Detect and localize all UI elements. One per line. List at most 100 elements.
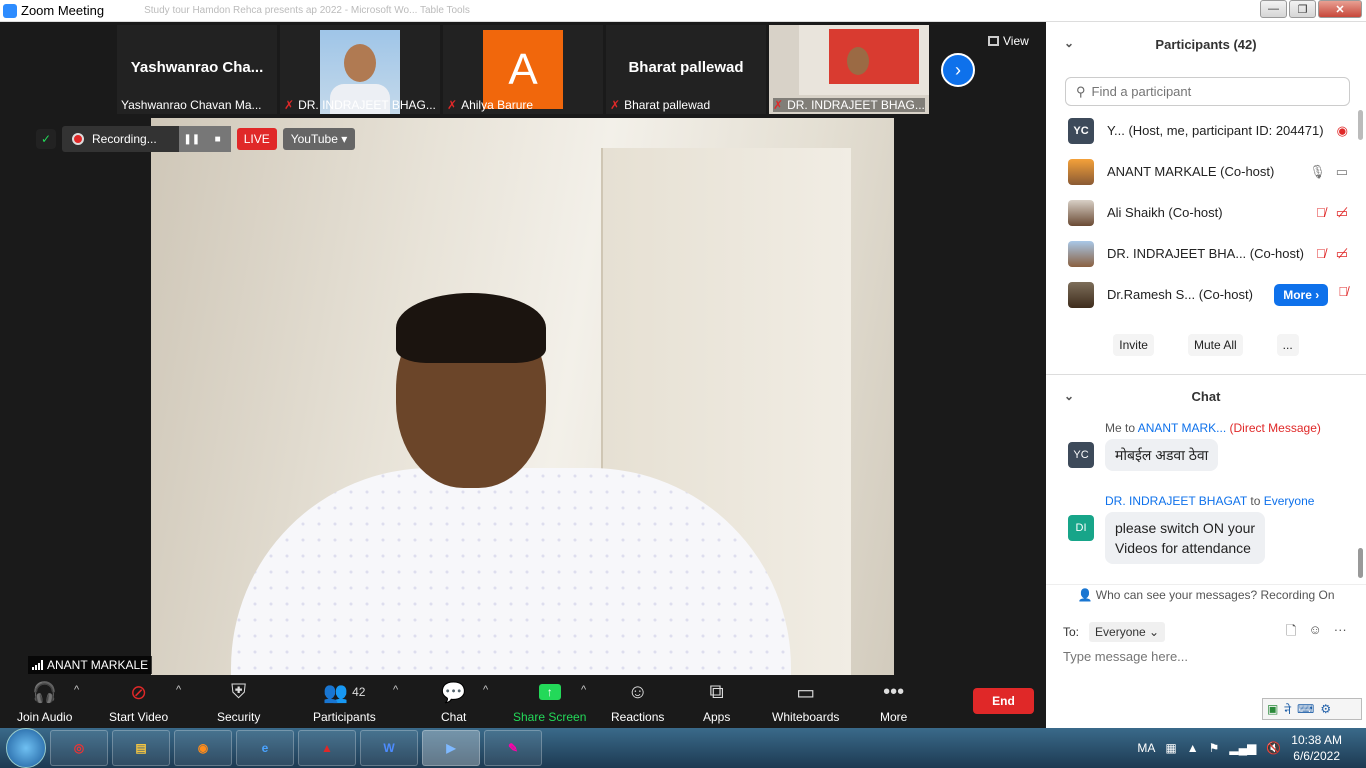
- chat-recipient-dropdown[interactable]: Everyone ⌄: [1089, 622, 1166, 642]
- reactions-button[interactable]: ☺ Reactions: [611, 680, 664, 725]
- invite-button[interactable]: Invite: [1113, 334, 1154, 356]
- share-options-caret[interactable]: ^: [581, 684, 586, 696]
- video-thumbnail[interactable]: Bharat pallewad ✗ Bharat pallewad: [606, 25, 766, 114]
- thumbnail-name-display: Bharat pallewad: [628, 59, 744, 76]
- participant-more-button[interactable]: More ›: [1274, 283, 1329, 306]
- stream-dropdown[interactable]: YouTube ▾: [282, 128, 356, 150]
- more-button[interactable]: ••• More: [880, 680, 907, 725]
- video-off-icon: ▭̸: [1335, 245, 1348, 261]
- participant-list: YC Y... (Host, me, participant ID: 20447…: [1046, 110, 1358, 315]
- close-window-button[interactable]: ✕: [1318, 0, 1362, 18]
- mic-muted-icon: ✗: [284, 98, 295, 112]
- recording-bar: ✓ Recording... ❚❚ ■ LIVE YouTube ▾: [36, 126, 356, 152]
- minimize-button[interactable]: —: [1260, 0, 1287, 18]
- video-thumbnail[interactable]: A ✗ Ahilya Barure: [443, 25, 603, 114]
- video-thumbnail[interactable]: ✗ DR. INDRAJEET BHAG...: [280, 25, 440, 114]
- join-audio-button[interactable]: 🎧 Join Audio: [17, 680, 72, 725]
- headphones-icon: 🎧: [32, 681, 58, 704]
- ime-icon[interactable]: ▦: [1165, 741, 1176, 755]
- participant-actions: Invite Mute All ...: [1046, 334, 1366, 356]
- more-dots-icon[interactable]: ···: [1334, 622, 1347, 644]
- video-options-caret[interactable]: ^: [176, 684, 181, 696]
- participants-button[interactable]: 👥 42 Participants: [313, 680, 376, 725]
- collapse-chevron-icon[interactable]: ⌄: [1064, 36, 1074, 50]
- participants-header: ⌄ Participants (42): [1064, 36, 1257, 52]
- side-panel: ⌄ Participants (42) ⚲ YC Y... (Host, me,…: [1046, 22, 1366, 728]
- collapse-chevron-icon[interactable]: ⌄: [1064, 389, 1074, 403]
- apps-button[interactable]: ⧉ Apps: [703, 680, 730, 725]
- chat-scrollbar[interactable]: [1358, 548, 1363, 578]
- internet-explorer-taskbar-icon[interactable]: e: [236, 730, 294, 766]
- firefox-taskbar-icon[interactable]: ◉: [174, 730, 232, 766]
- recording-indicator: Recording... ❚❚ ■: [62, 126, 231, 152]
- record-dot-icon: [72, 133, 84, 145]
- flag-icon[interactable]: ⚑: [1209, 741, 1220, 755]
- next-page-chevron-icon[interactable]: ›: [941, 53, 975, 87]
- thumbnail-label: Yashwanrao Chavan Ma...: [121, 98, 262, 112]
- language-indicator[interactable]: MA: [1137, 741, 1155, 755]
- apps-icon: ⧉: [709, 680, 724, 703]
- mute-all-button[interactable]: Mute All: [1187, 334, 1243, 356]
- participants-options-caret[interactable]: ^: [393, 684, 398, 696]
- view-button[interactable]: View: [988, 34, 1029, 48]
- emoji-icon[interactable]: ☺: [1308, 622, 1321, 644]
- windows-taskbar: ◎ ▤ ◉ e ▲ W ▶ ✎ MA ▦ ▲ ⚑ ▂▄▆ 🔇 10:38 AM …: [0, 728, 1366, 768]
- zoom-taskbar-icon[interactable]: ▶: [422, 730, 480, 766]
- background-window-text: Study tour Hamdon Rehca presents ap 2022…: [144, 5, 470, 16]
- ime-script-icon: ने: [1284, 702, 1292, 717]
- file-icon[interactable]: 🗋: [1286, 622, 1296, 644]
- pause-recording-icon[interactable]: ❚❚: [179, 126, 205, 152]
- video-off-icon: ▭̸: [1335, 204, 1348, 220]
- volume-muted-icon[interactable]: 🔇: [1266, 741, 1281, 755]
- grid-icon: [988, 36, 999, 46]
- security-button[interactable]: ⛨ Security: [217, 680, 260, 725]
- video-thumbnail[interactable]: Yashwanrao Cha... Yashwanrao Chavan Ma..…: [117, 25, 277, 114]
- whiteboards-button[interactable]: ▭ Whiteboards: [772, 680, 839, 725]
- file-explorer-taskbar-icon[interactable]: ▤: [112, 730, 170, 766]
- start-video-button[interactable]: ⊘ Start Video: [109, 680, 168, 725]
- video-thumbnail-strip: Yashwanrao Cha... Yashwanrao Chavan Ma..…: [117, 25, 929, 114]
- video-camera-icon: ▭: [1335, 163, 1348, 179]
- participant-search[interactable]: ⚲: [1065, 77, 1350, 106]
- avatar: [1068, 281, 1094, 308]
- participants-icon: 👥 42: [323, 681, 366, 704]
- window-titlebar: Zoom Meeting Study tour Hamdon Rehca pre…: [0, 0, 1366, 22]
- language-ime-bar[interactable]: ▣ ने ⌨ ⚙: [1262, 698, 1362, 720]
- video-thumbnail[interactable]: ✗ DR. INDRAJEET BHAG...: [769, 25, 929, 114]
- share-screen-button[interactable]: ↑ Share Screen: [513, 680, 586, 724]
- mic-muted-icon: 🎙̸: [1338, 283, 1348, 299]
- participant-row[interactable]: Dr.Ramesh S... (Co-host) More › 🎙̸: [1046, 274, 1358, 315]
- participant-row[interactable]: YC Y... (Host, me, participant ID: 20447…: [1046, 110, 1358, 151]
- end-meeting-button[interactable]: End: [973, 688, 1034, 714]
- word-taskbar-icon[interactable]: W: [360, 730, 418, 766]
- zoom-app-icon: [3, 3, 17, 18]
- chat-button[interactable]: 💬 Chat: [441, 680, 466, 725]
- maximize-button[interactable]: ❐: [1289, 0, 1316, 18]
- security-shield-icon[interactable]: ✓: [36, 129, 56, 149]
- live-badge: LIVE: [236, 128, 277, 150]
- start-button[interactable]: [6, 728, 46, 768]
- participant-search-input[interactable]: [1091, 84, 1332, 99]
- participants-scrollbar[interactable]: [1358, 110, 1363, 140]
- speaker-name-label: ANANT MARKALE: [28, 656, 153, 674]
- chat-options-caret[interactable]: ^: [483, 684, 488, 696]
- paint-taskbar-icon[interactable]: ✎: [484, 730, 542, 766]
- participant-row[interactable]: DR. INDRAJEET BHA... (Co-host) 🎙̸ ▭̸: [1046, 233, 1358, 274]
- stop-recording-icon[interactable]: ■: [205, 126, 231, 152]
- chrome-taskbar-icon[interactable]: ◎: [50, 730, 108, 766]
- audio-options-caret[interactable]: ^: [74, 684, 79, 696]
- clock[interactable]: 10:38 AM 6/6/2022: [1291, 732, 1342, 764]
- thumbnail-label: ✗ DR. INDRAJEET BHAG...: [284, 98, 436, 112]
- tray-expand-icon[interactable]: ▲: [1187, 741, 1199, 755]
- who-can-see-link[interactable]: 👤 Who can see your messages? Recording O…: [1046, 584, 1366, 602]
- participant-row[interactable]: ANANT MARKALE (Co-host) 🎙 ▭: [1046, 151, 1358, 192]
- participant-row[interactable]: Ali Shaikh (Co-host) 🎙̸ ▭̸: [1046, 192, 1358, 233]
- chat-header: ⌄ Chat: [1046, 374, 1366, 418]
- avatar: YC: [1068, 442, 1094, 468]
- participants-more-options-button[interactable]: ...: [1276, 334, 1299, 356]
- avatar: [1068, 199, 1094, 226]
- mic-muted-icon: 🎙̸: [1315, 245, 1326, 261]
- network-icon[interactable]: ▂▄▆: [1229, 741, 1256, 755]
- acrobat-taskbar-icon[interactable]: ▲: [298, 730, 356, 766]
- chat-message-input[interactable]: [1063, 649, 1343, 664]
